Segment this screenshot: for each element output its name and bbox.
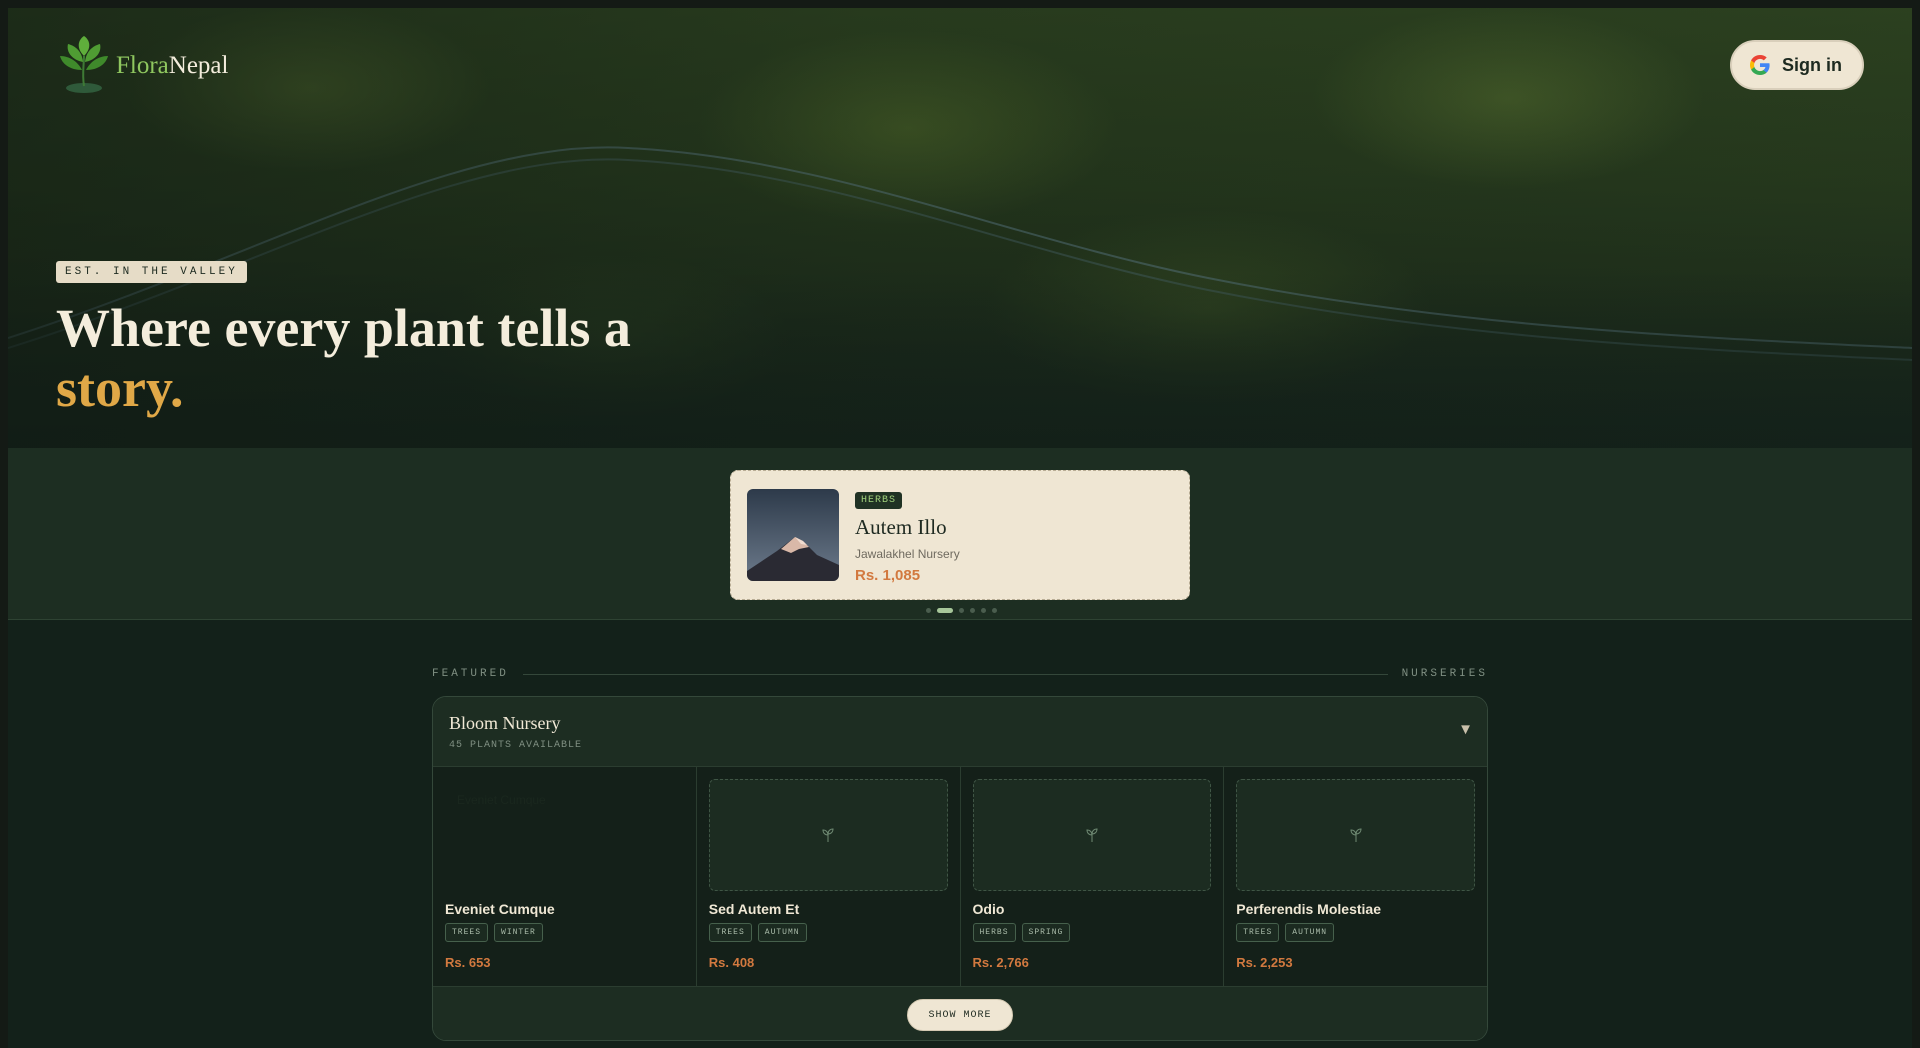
sprout-icon [1350,828,1362,842]
google-signin-button[interactable]: Sign in [1730,40,1864,90]
carousel-plant-name: Autem Illo [855,515,947,539]
plant-price: Rs. 653 [445,955,491,970]
plant-image-placeholder [972,779,1212,891]
carousel-dot[interactable] [970,608,975,613]
carousel-pagination [926,608,997,613]
carousel-dot-active[interactable] [937,608,953,613]
featured-label: FEATURED [432,668,509,680]
carousel-dot[interactable] [992,608,997,613]
nursery-panel-header[interactable]: Bloom Nursery 45 PLANTS AVAILABLE ▼ [433,697,1487,767]
brand-name: FloraNepal [116,52,228,80]
tag: AUTUMN [1285,923,1335,942]
plant-price: Rs. 2,253 [1236,955,1293,970]
plant-tags: TREES WINTER [445,923,543,942]
plant-price: Rs. 408 [708,955,755,970]
tag: AUTUMN [757,923,807,942]
plant-tags: HERBS SPRING [972,923,1071,942]
brand-logo[interactable]: FloraNepal [56,34,228,98]
plant-tags: TREES AUTUMN [1236,923,1335,942]
plant-image-placeholder [1236,779,1475,891]
plant-name: Sed Autem Et [708,901,800,917]
category-tag: HERBS [855,492,903,509]
plant-image-placeholder [708,779,948,891]
carousel-card[interactable]: HERBS Autem Illo Jawalakhel Nursery Rs. … [730,470,1190,600]
plant-name: Eveniet Cumque [445,901,555,917]
nursery-name: Bloom Nursery [449,713,561,733]
featured-nurseries-header: FEATURED NURSERIES [432,664,1488,684]
tag: SPRING [1021,923,1071,942]
sprout-icon [1086,828,1098,842]
nursery-panel-footer: SHOW MORE [433,986,1487,1040]
nursery-panel: Bloom Nursery 45 PLANTS AVAILABLE ▼ Even… [432,696,1488,1041]
tag: TREES [445,923,489,942]
hero-headline: Where every plant tells a story. [56,298,631,418]
plant-card[interactable]: Odio HERBS SPRING Rs. 2,766 [961,767,1225,986]
tag: WINTER [494,923,543,942]
divider [522,673,1388,675]
carousel-price: Rs. 1,085 [855,567,921,584]
carousel-dot[interactable] [959,608,964,613]
show-more-button[interactable]: SHOW MORE [907,999,1013,1031]
carousel-band: HERBS Autem Illo Jawalakhel Nursery Rs. … [8,448,1912,620]
plant-price: Rs. 2,766 [972,955,1029,970]
headline-accent-word: story. [56,358,184,418]
plant-name: Perferendis Molestiae [1236,901,1381,917]
est-badge: EST. IN THE VALLEY [56,261,247,283]
tag: TREES [708,923,752,942]
sprout-icon [822,828,834,842]
mountain-image [747,489,839,581]
carousel-dot[interactable] [926,608,931,613]
google-icon [1750,55,1770,75]
brand-name-nepal: Nepal [168,52,229,79]
tag: TREES [1236,923,1280,942]
carousel-nursery-name: Jawalakhel Nursery [855,547,960,561]
plant-card[interactable]: Eveniet Cumque Eveniet Cumque TREES WINT… [433,767,697,986]
plant-tags: TREES AUTUMN [708,923,807,942]
hero-section: FloraNepal Sign in EST. IN THE VALLEY Wh… [8,8,1912,448]
plant-card[interactable]: Perferendis Molestiae TREES AUTUMN Rs. 2… [1224,767,1487,986]
carousel-dot[interactable] [981,608,986,613]
plant-image-broken: Eveniet Cumque [445,779,684,891]
plant-name: Odio [972,901,1005,917]
plant-grid: Eveniet Cumque Eveniet Cumque TREES WINT… [433,767,1487,986]
leaf-logo-icon [60,36,108,93]
signin-label: Sign in [1782,54,1842,75]
nurseries-label: NURSERIES [1401,668,1488,680]
headline-line-1: Where every plant tells a [56,298,631,358]
plant-card[interactable]: Sed Autem Et TREES AUTUMN Rs. 408 [697,767,961,986]
plant-count: 45 PLANTS AVAILABLE [449,740,583,751]
brand-name-flora: Flora [116,52,169,79]
plant-thumbnail [747,489,839,581]
tag: HERBS [972,923,1016,942]
chevron-down-icon[interactable]: ▼ [1458,721,1473,738]
page-frame: FloraNepal Sign in EST. IN THE VALLEY Wh… [8,8,1912,1048]
broken-image-alt-text: Eveniet Cumque [457,793,546,807]
